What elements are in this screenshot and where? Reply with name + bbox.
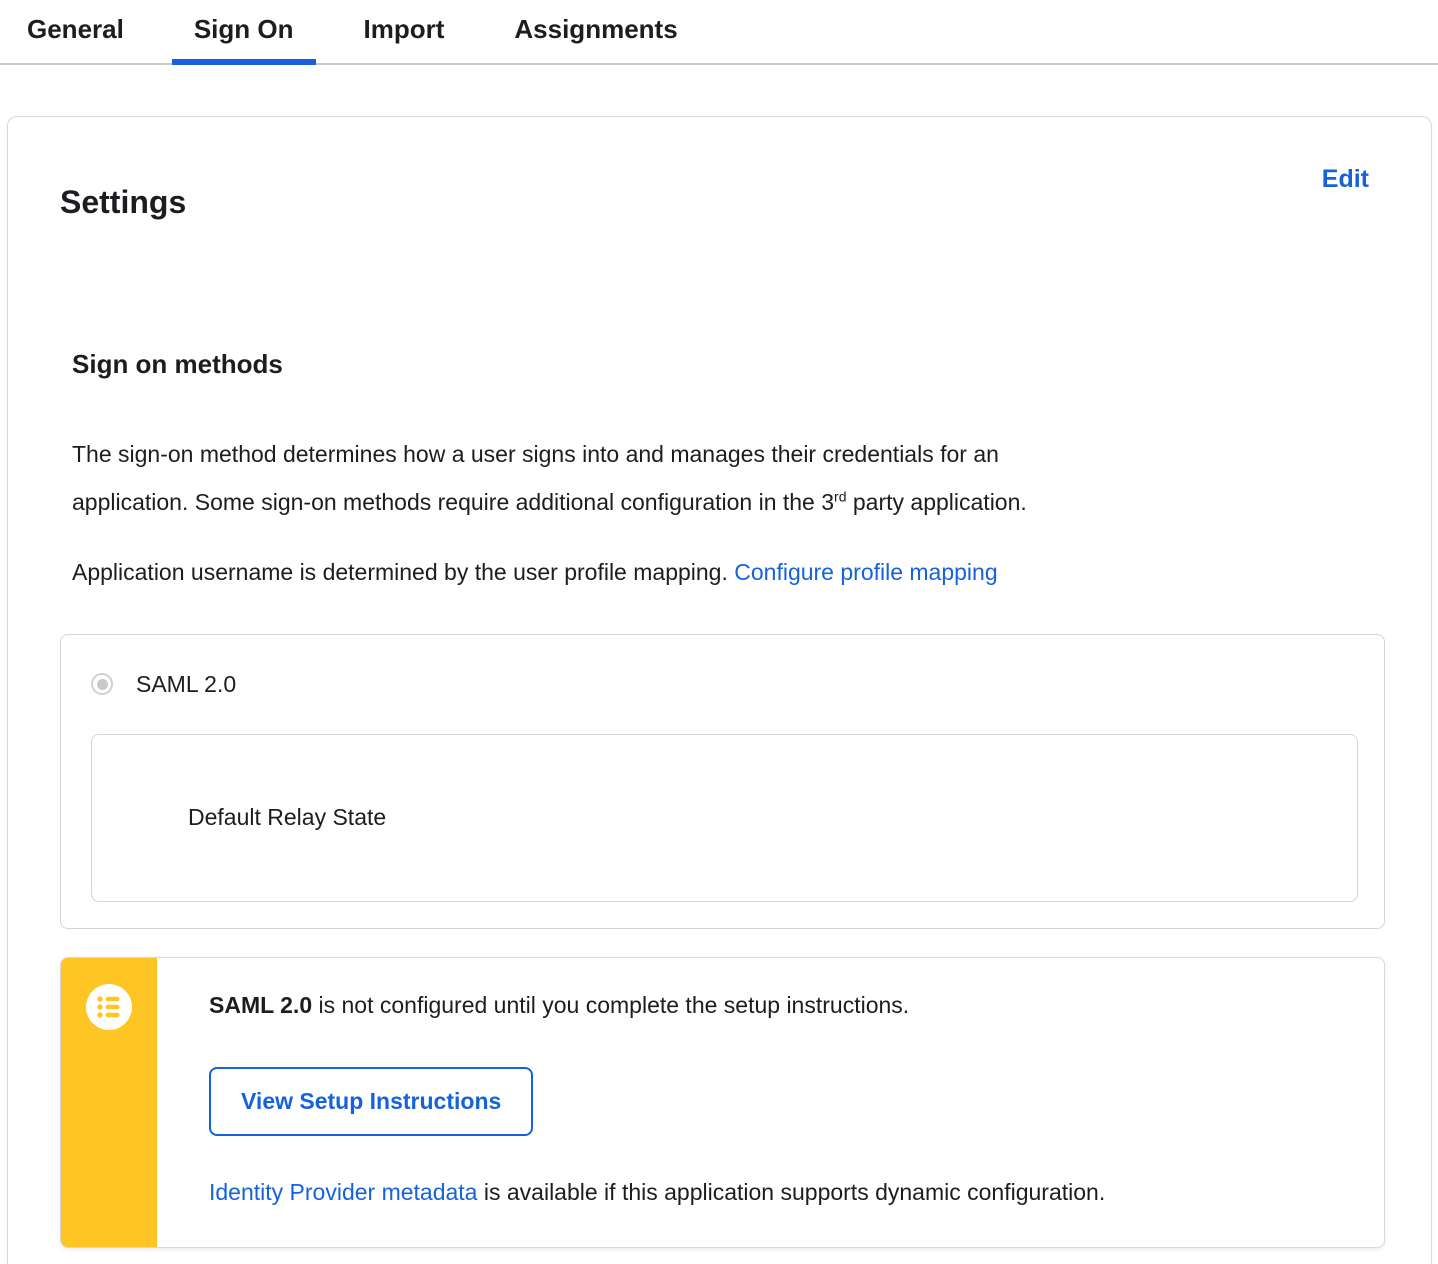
ordinal-superscript: rd [834,488,847,505]
metadata-note: Identity Provider metadata is available … [209,1178,1106,1205]
settings-title: Settings [60,184,187,221]
saml-setup-callout: SAML 2.0 is not configured until you com… [60,956,1385,1249]
callout-message-bold: SAML 2.0 [209,991,313,1018]
identity-provider-metadata-link[interactable]: Identity Provider metadata [209,1179,477,1205]
radio-dot [96,678,108,690]
tab-sign-on[interactable]: Sign On [171,9,316,65]
edit-link[interactable]: Edit [1322,163,1369,196]
saml-radio-button[interactable] [91,673,113,696]
default-relay-state-field: Default Relay State [91,733,1358,902]
bulleted-list-icon [86,983,132,1030]
default-relay-state-label: Default Relay State [188,804,387,831]
settings-card-header: Settings Edit [8,117,1431,243]
app-tab-bar: General Sign On Import Assignments [0,0,1438,65]
callout-body: SAML 2.0 is not configured until you com… [157,958,1384,1248]
settings-card: Settings Edit Sign on methods The sign-o… [7,116,1432,1264]
description-line-1: The sign-on method determines how a user… [72,440,999,467]
view-setup-instructions-button[interactable]: View Setup Instructions [209,1066,534,1136]
saml-radio-label: SAML 2.0 [136,670,237,697]
configure-profile-mapping-link[interactable]: Configure profile mapping [734,559,997,585]
username-mapping-note: Application username is determined by th… [72,558,998,585]
tab-general[interactable]: General [5,9,146,63]
tab-assignments[interactable]: Assignments [492,9,699,63]
tab-import[interactable]: Import [342,9,467,63]
sign-on-methods-section: Sign on methods The sign-on method deter… [8,349,1431,596]
description-line-2: application. Some sign-on methods requir… [72,488,1027,515]
saml-radio-row: SAML 2.0 [91,671,1358,698]
sign-on-description: The sign-on method determines how a user… [72,430,1367,526]
callout-warning-bar [61,957,157,1248]
sign-on-methods-heading: Sign on methods [72,348,283,379]
callout-message: SAML 2.0 is not configured until you com… [209,991,910,1018]
saml-method-box: SAML 2.0 Default Relay State [60,633,1385,929]
